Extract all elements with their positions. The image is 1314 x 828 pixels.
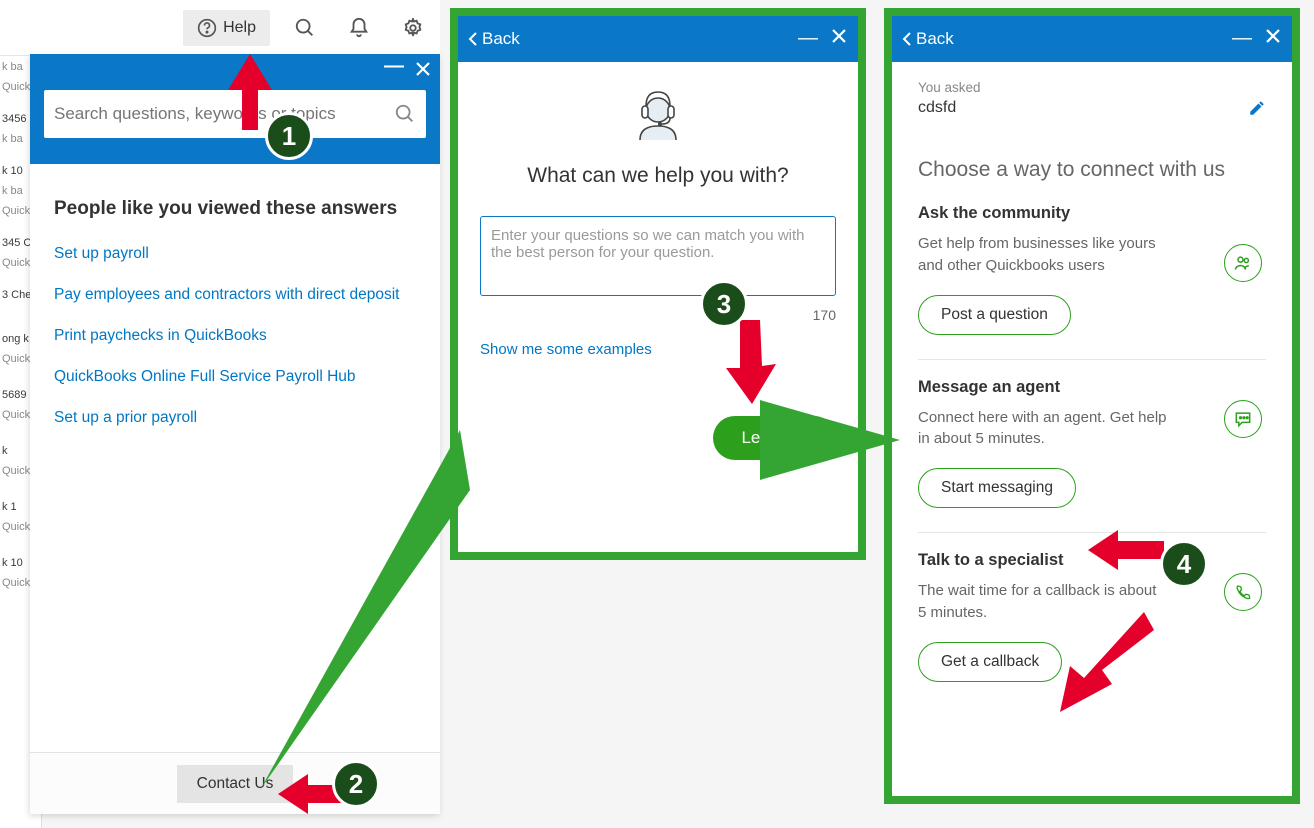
close-icon xyxy=(830,27,848,45)
phone-icon xyxy=(1234,583,1252,601)
help-panel-header: — xyxy=(30,54,440,164)
section-desc: The wait time for a callback is about 5 … xyxy=(918,580,1168,624)
message-agent-section: Message an agent Connect here with an ag… xyxy=(918,360,1266,534)
question-heading: What can we help you with? xyxy=(480,164,836,188)
question-input[interactable] xyxy=(480,216,836,296)
search-icon xyxy=(394,103,416,125)
step-badge-2: 2 xyxy=(332,760,380,808)
close-icon xyxy=(1264,27,1282,45)
top-toolbar: Help xyxy=(0,0,440,56)
contact-us-button[interactable]: Contact Us xyxy=(177,765,294,803)
post-question-button[interactable]: Post a question xyxy=(918,295,1071,335)
search-icon xyxy=(294,17,316,39)
ask-community-section: Ask the community Get help from business… xyxy=(918,204,1266,360)
close-icon xyxy=(414,60,432,78)
community-icon xyxy=(1224,244,1262,282)
help-button[interactable]: Help xyxy=(183,10,270,46)
step-badge-4: 4 xyxy=(1160,540,1208,588)
section-desc: Connect here with an agent. Get help in … xyxy=(918,407,1168,451)
notifications-button[interactable] xyxy=(340,9,378,47)
connect-panel: Back — You asked cdsfd Choose a way to c… xyxy=(884,8,1300,804)
message-icon xyxy=(1233,409,1253,429)
phone-icon-circle xyxy=(1224,573,1262,611)
help-answer-link[interactable]: Set up a prior payroll xyxy=(54,408,416,429)
back-button[interactable]: Back xyxy=(902,29,954,49)
help-panel: — People like you viewed these answers S… xyxy=(30,54,440,814)
get-callback-button[interactable]: Get a callback xyxy=(918,642,1062,682)
you-asked-value: cdsfd xyxy=(918,99,956,117)
chevron-left-icon xyxy=(468,31,478,47)
you-asked-label: You asked xyxy=(918,80,1266,95)
help-answer-link[interactable]: Print paychecks in QuickBooks xyxy=(54,326,416,347)
help-heading: People like you viewed these answers xyxy=(54,198,416,220)
help-search-input[interactable] xyxy=(54,104,394,124)
edit-question-button[interactable] xyxy=(1248,99,1266,122)
bell-icon xyxy=(348,17,370,39)
panel-header: Back — xyxy=(458,16,858,62)
users-icon xyxy=(1233,253,1253,273)
lets-talk-button[interactable]: Let's talk xyxy=(713,416,836,460)
settings-button[interactable] xyxy=(394,9,432,47)
section-title: Ask the community xyxy=(918,204,1266,223)
minimize-button[interactable]: — xyxy=(384,56,404,78)
help-answer-link[interactable]: Set up payroll xyxy=(54,244,416,265)
start-messaging-button[interactable]: Start messaging xyxy=(918,468,1076,508)
back-label: Back xyxy=(916,29,954,49)
back-button[interactable]: Back xyxy=(468,29,520,49)
panel-header: Back — xyxy=(892,16,1292,62)
help-answer-link[interactable]: QuickBooks Online Full Service Payroll H… xyxy=(54,367,416,388)
help-search-field[interactable] xyxy=(44,90,426,138)
help-label: Help xyxy=(223,19,256,37)
contact-question-panel: Back — What can we help you with? 170 Sh… xyxy=(450,8,866,560)
connect-heading: Choose a way to connect with us xyxy=(918,158,1266,182)
close-button[interactable] xyxy=(414,60,432,82)
section-title: Message an agent xyxy=(918,378,1266,397)
gear-icon xyxy=(402,17,424,39)
char-count: 170 xyxy=(480,307,836,323)
minimize-button[interactable]: — xyxy=(798,27,818,51)
show-examples-link[interactable]: Show me some examples xyxy=(480,341,836,358)
step-badge-3: 3 xyxy=(700,280,748,328)
talk-specialist-section: Talk to a specialist The wait time for a… xyxy=(918,533,1266,706)
pencil-icon xyxy=(1248,99,1266,117)
minimize-button[interactable]: — xyxy=(1232,27,1252,51)
chat-icon xyxy=(1224,400,1262,438)
search-button[interactable] xyxy=(286,9,324,47)
back-label: Back xyxy=(482,29,520,49)
close-button[interactable] xyxy=(1264,27,1282,51)
help-panel-body: People like you viewed these answers Set… xyxy=(30,164,440,752)
chevron-left-icon xyxy=(902,31,912,47)
section-desc: Get help from businesses like yours and … xyxy=(918,233,1168,277)
close-button[interactable] xyxy=(830,27,848,51)
section-title: Talk to a specialist xyxy=(918,551,1266,570)
agent-icon xyxy=(626,84,690,148)
help-icon xyxy=(197,18,217,38)
step-badge-1: 1 xyxy=(265,112,313,160)
help-answer-link[interactable]: Pay employees and contractors with direc… xyxy=(54,285,416,306)
